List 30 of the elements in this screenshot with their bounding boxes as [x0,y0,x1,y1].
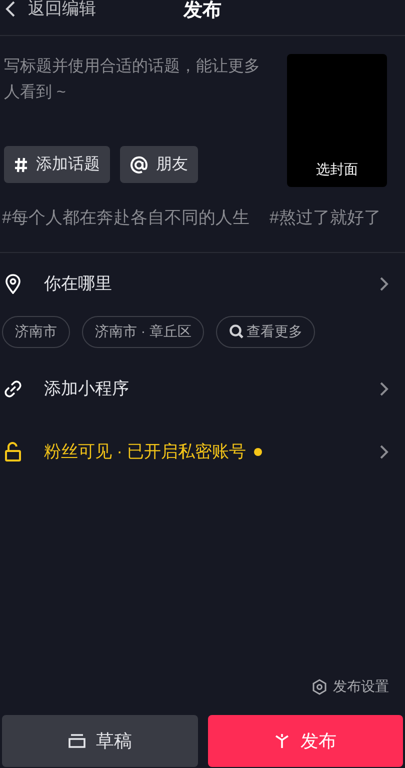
back-button[interactable]: 返回编辑 [0,0,96,22]
chevron-icon [379,380,389,396]
search-icon [229,324,244,339]
link-icon [4,378,22,398]
location-row[interactable]: 你在哪里 [0,268,405,298]
add-topic-button[interactable]: 添加话题 [4,146,110,183]
draft-box-icon [68,734,86,748]
chevron-icon [379,276,389,292]
draft-button[interactable]: 草稿 [2,715,198,767]
location-chip[interactable]: 济南市 [2,316,70,348]
cover-picker[interactable]: 选封面 [287,54,387,187]
publish-button[interactable]: 发布 [208,715,403,767]
location-pin-icon [5,274,21,294]
mini-program-row[interactable]: 添加小程序 [0,374,405,404]
topic-suggestion[interactable]: #熬过了就好了 [269,205,381,230]
caption-field[interactable]: 写标题并使用合适的话题，能让更多人看到 ~ [4,54,266,144]
settings-icon [312,678,327,694]
screen-title: 发布 [184,0,222,22]
sparkle-icon [274,733,290,749]
topic-suggestion[interactable]: #每个人都在奔赴各自不同的人生 [2,205,250,230]
chevron-icon [379,444,389,460]
mention-button[interactable]: 朋友 [120,146,198,183]
back-icon [4,0,16,18]
at-icon [130,156,148,174]
hashtag-icon [14,156,28,172]
location-chip[interactable]: 济南市 · 章丘区 [82,316,204,348]
publish-settings-link[interactable]: 发布设置 [312,676,389,697]
unlock-icon [4,442,22,462]
more-locations-chip[interactable]: 查看更多 [216,316,316,348]
privacy-row[interactable]: 粉丝可见 · 已开启私密账号 [0,436,405,466]
